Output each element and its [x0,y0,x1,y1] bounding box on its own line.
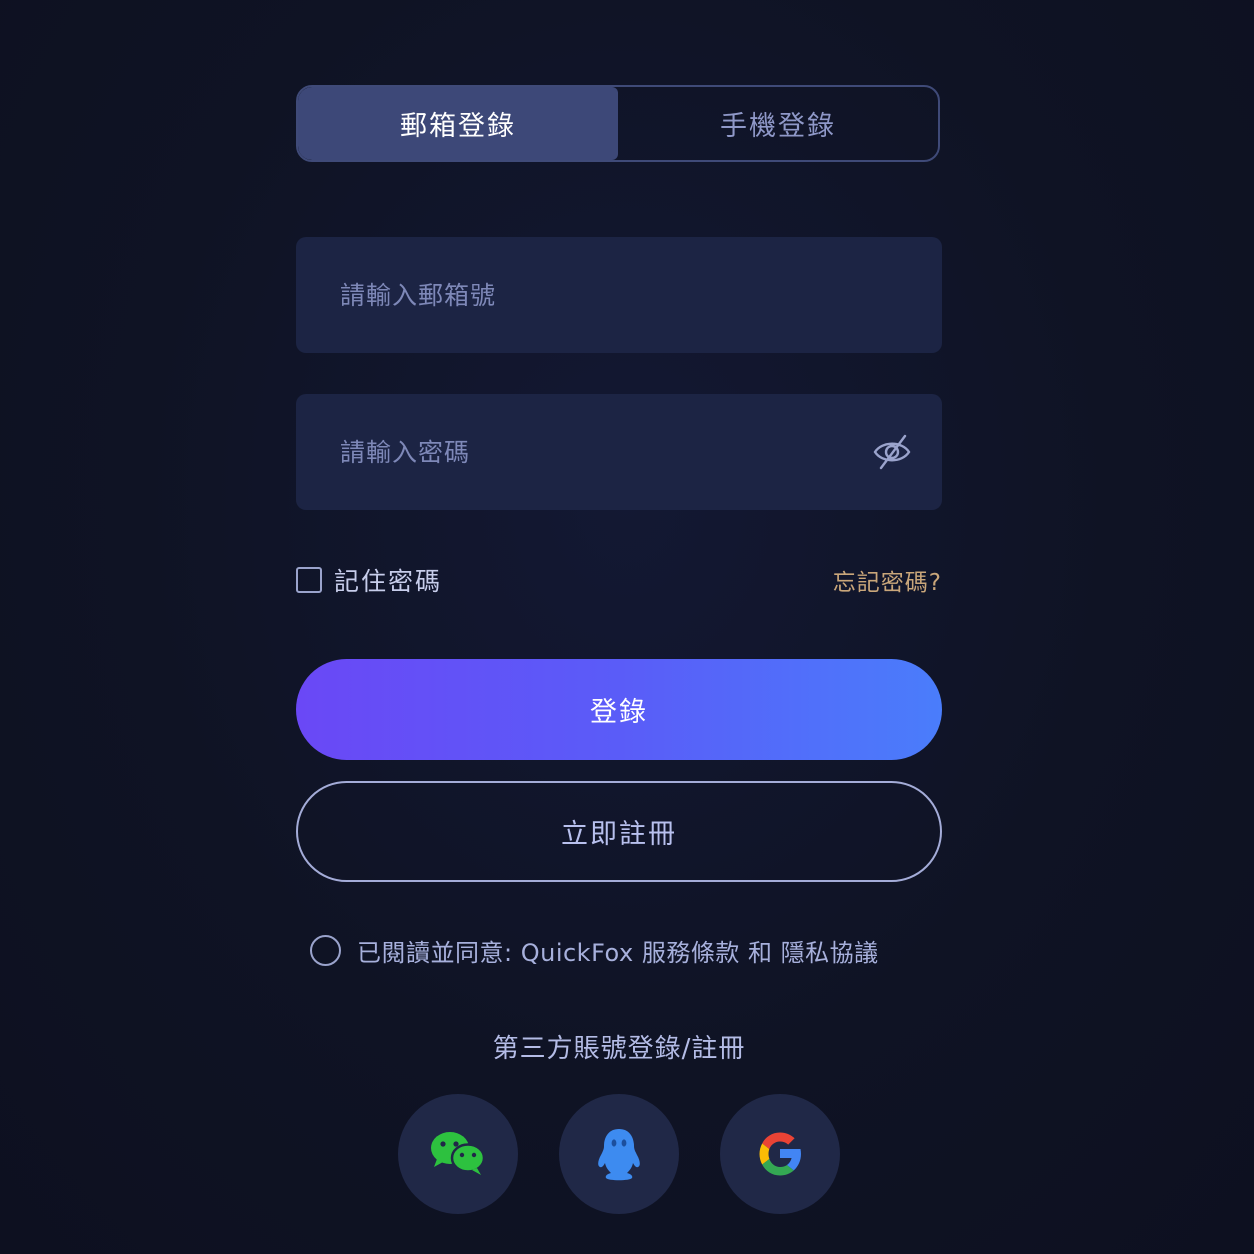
register-button[interactable]: 立即註冊 [296,781,942,882]
tab-phone-login[interactable]: 手機登錄 [618,87,938,160]
eye-hidden-icon[interactable] [872,432,912,472]
qq-icon [598,1129,640,1181]
terms-link[interactable]: 服務條款 [642,939,740,967]
google-icon [759,1132,801,1176]
email-field-container [296,237,942,353]
third-party-title: 第三方賬號登錄/註冊 [492,1034,746,1064]
login-page: 郵箱登錄 手機登錄 記住密碼 忘記密碼? 登錄 立即註冊 已閱讀並同意: Qui… [0,0,1254,1254]
forgot-password-link[interactable]: 忘記密碼? [833,563,942,597]
qq-login-button[interactable] [559,1094,679,1214]
remember-label: 記住密碼 [334,567,443,596]
google-login-button[interactable] [720,1094,840,1214]
agreement-radio[interactable] [310,934,341,966]
agreement-text: 已閱讀並同意: QuickFox 服務條款 和 隱私協議 [357,933,879,968]
agreement-row: 已閱讀並同意: QuickFox 服務條款 和 隱私協議 [310,930,879,970]
login-button[interactable]: 登錄 [296,659,942,760]
email-input[interactable] [338,279,912,311]
password-input[interactable] [338,436,872,468]
agreement-prefix: 已閱讀並同意: QuickFox [357,938,634,967]
login-tabs: 郵箱登錄 手機登錄 [296,85,940,162]
password-field-container [296,394,942,510]
remember-row: 記住密碼 忘記密碼? [296,560,942,600]
wechat-icon [431,1132,486,1175]
tab-email-login[interactable]: 郵箱登錄 [298,87,618,160]
remember-password-toggle[interactable]: 記住密碼 [296,562,442,598]
wechat-login-button[interactable] [398,1094,518,1214]
agreement-and: 和 [747,938,773,967]
privacy-link[interactable]: 隱私協議 [781,939,879,967]
remember-checkbox[interactable] [296,567,322,593]
